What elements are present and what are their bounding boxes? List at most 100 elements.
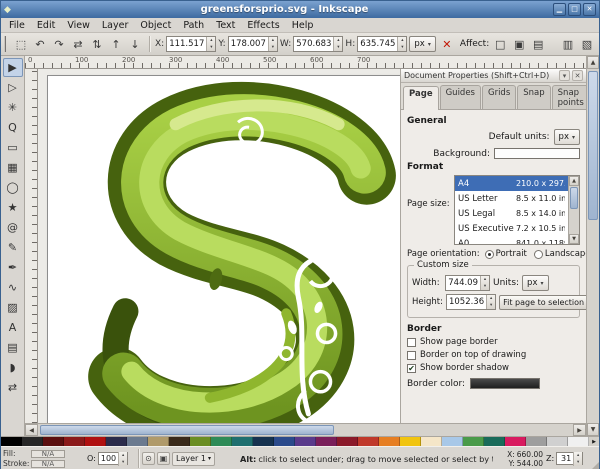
maximize-button[interactable]: □: [568, 3, 581, 16]
palette-swatch[interactable]: [148, 437, 169, 446]
close-button[interactable]: ✕: [583, 3, 596, 16]
palette-swatch[interactable]: [190, 437, 211, 446]
affect-stroke-toggle[interactable]: □: [491, 35, 509, 53]
clear-x-icon[interactable]: ✕: [438, 35, 456, 53]
fit-page-to-selection-button[interactable]: Fit page to selection: [499, 295, 586, 310]
palette-swatch[interactable]: [400, 437, 421, 446]
v-ruler[interactable]: [25, 69, 38, 423]
fill-stroke-indicator[interactable]: Fill: N/A Stroke: N/A: [1, 447, 85, 469]
format-row-a0[interactable]: A0841.0 x 1189.0 mm: [455, 236, 568, 245]
palette-swatch[interactable]: [337, 437, 358, 446]
palette-swatch[interactable]: [526, 437, 547, 446]
selector-tool[interactable]: ▶: [3, 58, 23, 77]
tweak-tool[interactable]: ✳: [3, 98, 23, 117]
dock-collapse-icon[interactable]: ▾: [559, 70, 570, 81]
w-input[interactable]: 570.683 ▴▾: [293, 36, 343, 52]
format-row-a4[interactable]: A4210.0 x 297.0 mm: [455, 176, 568, 191]
height-spinner[interactable]: ▴▾: [486, 295, 495, 309]
zoom-spinner[interactable]: ▴▾: [573, 452, 582, 466]
palette-scroll-icon[interactable]: ▶: [589, 437, 599, 446]
menu-effects[interactable]: Effects: [241, 19, 285, 32]
format-row-us-legal[interactable]: US Legal8.5 x 14.0 in: [455, 206, 568, 221]
palette-swatch[interactable]: [379, 437, 400, 446]
scroll-down-icon[interactable]: ▼: [587, 423, 599, 436]
w-spinner[interactable]: ▴▾: [333, 37, 342, 51]
scroll-up-icon[interactable]: ▲: [587, 56, 599, 69]
list-scrollbar[interactable]: ▲ ▼: [568, 176, 579, 244]
tab-page[interactable]: Page: [403, 86, 439, 110]
layer-visibility-icon[interactable]: ⊙: [142, 452, 155, 465]
canvas[interactable]: [38, 69, 400, 423]
palette-swatch[interactable]: [295, 437, 316, 446]
menu-text[interactable]: Text: [210, 19, 241, 32]
x-spinner[interactable]: ▴▾: [206, 37, 215, 51]
affect-gradients-toggle[interactable]: ▤: [529, 35, 547, 53]
palette-swatch[interactable]: [127, 437, 148, 446]
zoom-tool[interactable]: Q: [3, 118, 23, 137]
menu-layer[interactable]: Layer: [96, 19, 135, 32]
default-units-dropdown[interactable]: px▾: [554, 129, 580, 145]
checkbox-show-page-border[interactable]: Show page border: [407, 337, 580, 347]
palette-swatch[interactable]: [463, 437, 484, 446]
vertical-scrollbar[interactable]: ▲ ▼: [586, 56, 599, 436]
rectangle-tool[interactable]: ▭: [3, 138, 23, 157]
height-input[interactable]: 1052.36 ▴▾: [446, 294, 496, 310]
affect-corners-toggle[interactable]: ▣: [510, 35, 528, 53]
h-input[interactable]: 635.745 ▴▾: [357, 36, 407, 52]
spiral-tool[interactable]: @: [3, 218, 23, 237]
h-spinner[interactable]: ▴▾: [397, 37, 406, 51]
lower-button[interactable]: ↓: [126, 35, 144, 53]
dropper-tool[interactable]: ◗: [3, 358, 23, 377]
width-input[interactable]: 744.09 ▴▾: [445, 275, 490, 291]
menu-path[interactable]: Path: [177, 19, 210, 32]
palette-swatch[interactable]: [211, 437, 232, 446]
calligraphy-tool[interactable]: ∿: [3, 278, 23, 297]
palette-swatch[interactable]: [316, 437, 337, 446]
palette-swatch[interactable]: [1, 437, 22, 446]
star-tool[interactable]: ★: [3, 198, 23, 217]
orientation-landscape[interactable]: Landscape: [534, 249, 586, 259]
flip-horizontal-button[interactable]: ⇄: [69, 35, 87, 53]
palette-swatch[interactable]: [505, 437, 526, 446]
h-ruler[interactable]: 0100200300400500600700: [25, 56, 586, 69]
3d-box-tool[interactable]: ▦: [3, 158, 23, 177]
opacity-input[interactable]: 100 ▴▾: [98, 452, 128, 465]
tab-guides[interactable]: Guides: [440, 85, 481, 109]
format-row-us-letter[interactable]: US Letter8.5 x 11.0 in: [455, 191, 568, 206]
y-input[interactable]: 178.007 ▴▾: [228, 36, 278, 52]
dock-close-icon[interactable]: ✕: [572, 70, 583, 81]
palette-swatch[interactable]: [169, 437, 190, 446]
menu-view[interactable]: View: [61, 19, 96, 32]
h-scroll-thumb[interactable]: [40, 425, 334, 435]
gradient-tool[interactable]: ▤: [3, 338, 23, 357]
background-color-swatch[interactable]: [494, 148, 580, 159]
palette-swatch[interactable]: [85, 437, 106, 446]
list-scroll-thumb[interactable]: [570, 187, 578, 209]
scroll-up-icon[interactable]: ▲: [569, 176, 579, 186]
scroll-right-icon[interactable]: ▶: [573, 424, 586, 436]
palette-swatch[interactable]: [274, 437, 295, 446]
tab-grids[interactable]: Grids: [482, 85, 516, 109]
palette-swatch[interactable]: [568, 437, 589, 446]
checkbox-show-border-shadow[interactable]: ✔Show border shadow: [407, 363, 580, 373]
palette-swatch[interactable]: [22, 437, 43, 446]
palette-swatch[interactable]: [106, 437, 127, 446]
palette-swatch[interactable]: [358, 437, 379, 446]
flip-vertical-button[interactable]: ⇅: [88, 35, 106, 53]
horizontal-scrollbar[interactable]: ◀ ▶: [25, 423, 586, 436]
x-input[interactable]: 111.517 ▴▾: [166, 36, 216, 52]
text-tool[interactable]: A: [3, 318, 23, 337]
palette-swatch[interactable]: [484, 437, 505, 446]
connector-tool[interactable]: ⇄: [3, 378, 23, 397]
border-color-swatch[interactable]: [470, 378, 540, 389]
palette-swatch[interactable]: [421, 437, 442, 446]
v-scroll-thumb[interactable]: [588, 71, 598, 220]
layer-selector[interactable]: Layer 1▾: [172, 452, 215, 466]
menu-help[interactable]: Help: [286, 19, 320, 32]
snap-nodes-toggle[interactable]: ▧: [578, 35, 596, 53]
palette-swatch[interactable]: [64, 437, 85, 446]
tab-snap-points[interactable]: Snap points: [552, 85, 590, 109]
menu-object[interactable]: Object: [134, 19, 177, 32]
width-spinner[interactable]: ▴▾: [480, 276, 489, 290]
cs-units-dropdown[interactable]: px▾: [522, 275, 548, 291]
